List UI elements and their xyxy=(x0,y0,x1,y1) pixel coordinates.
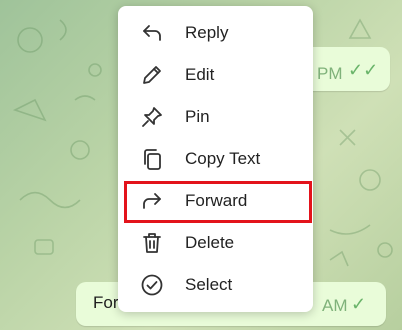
check-circle-icon xyxy=(140,273,164,297)
menu-item-select[interactable]: Select xyxy=(118,264,313,306)
message-text: For xyxy=(93,293,119,312)
menu-item-pin[interactable]: Pin xyxy=(118,96,313,138)
menu-item-label: Edit xyxy=(185,65,215,84)
copy-icon xyxy=(140,147,164,171)
reply-arrow-icon xyxy=(140,21,164,45)
menu-item-copy-text[interactable]: Copy Text xyxy=(118,138,313,180)
menu-item-label: Pin xyxy=(185,107,210,126)
message-time: AM xyxy=(322,296,348,315)
menu-item-label: Select xyxy=(185,275,233,294)
menu-item-delete[interactable]: Delete xyxy=(118,222,313,264)
message-time: PM xyxy=(317,64,343,83)
pencil-icon xyxy=(140,63,164,87)
check-icon: ✓ xyxy=(351,294,367,314)
menu-item-label: Delete xyxy=(185,233,235,252)
trash-icon xyxy=(140,231,164,255)
menu-item-label: Copy Text xyxy=(185,149,261,168)
menu-item-reply[interactable]: Reply xyxy=(118,12,313,54)
message-context-menu: Reply Edit Pin Copy Text Forward Delete … xyxy=(118,6,313,312)
forward-highlight-box xyxy=(124,181,312,223)
menu-item-edit[interactable]: Edit xyxy=(118,54,313,96)
menu-item-label: Reply xyxy=(185,23,229,42)
double-check-icon: ✓✓ xyxy=(348,60,379,80)
pin-icon xyxy=(140,105,164,129)
